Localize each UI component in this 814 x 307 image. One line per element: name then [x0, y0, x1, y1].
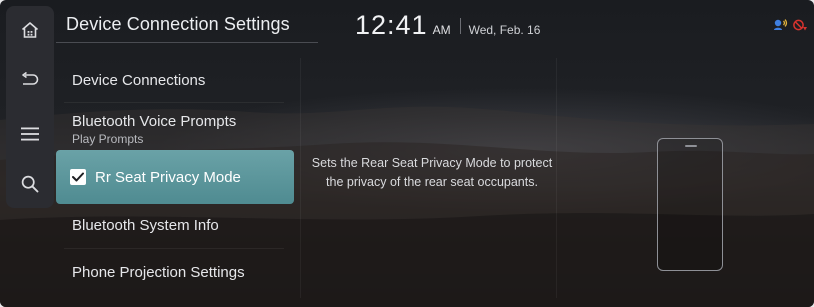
menu-item-sublabel: Play Prompts [72, 132, 144, 146]
setting-description: Sets the Rear Seat Privacy Mode to prote… [311, 156, 553, 189]
side-rail [6, 6, 54, 208]
menu-item-phone-projection-settings[interactable]: Phone Projection Settings [56, 264, 294, 281]
menu-icon [21, 127, 39, 141]
menu-button[interactable] [6, 114, 54, 154]
clock-date: Wed, Feb. 16 [468, 23, 541, 37]
menu-item-rr-seat-privacy-mode[interactable]: Rr Seat Privacy Mode [56, 150, 294, 204]
phone-speaker [685, 145, 697, 147]
clock-separator [459, 17, 461, 34]
status-icons [772, 18, 808, 32]
page-title: Device Connection Settings [66, 14, 290, 34]
checkmark-icon [72, 172, 84, 182]
clock-ampm: AM [432, 23, 451, 37]
menu-item-bluetooth-voice-prompts[interactable]: Bluetooth Voice Prompts Play Prompts [56, 113, 294, 146]
back-button[interactable] [6, 60, 54, 100]
menu-item-bluetooth-system-info[interactable]: Bluetooth System Info [56, 217, 294, 234]
phone-illustration [657, 138, 723, 271]
column-divider [556, 58, 557, 298]
infotainment-screen: Device Connection Settings 12:41 AM Wed,… [0, 0, 814, 307]
menu-item-label: Device Connections [72, 72, 206, 89]
menu-item-label: Phone Projection Settings [72, 264, 245, 281]
home-button[interactable] [6, 10, 54, 50]
clock-time: 12:41 [355, 10, 428, 40]
back-icon [22, 72, 39, 85]
search-icon [21, 175, 39, 193]
search-button[interactable] [6, 164, 54, 204]
mic-muted-icon [793, 19, 807, 31]
clock: 12:41 AM Wed, Feb. 16 [355, 10, 540, 41]
privacy-mode-checkbox[interactable] [70, 169, 86, 185]
menu-item-label: Bluetooth Voice Prompts [72, 113, 237, 130]
menu-item-device-connections[interactable]: Device Connections [56, 72, 294, 89]
column-divider [300, 58, 301, 298]
menu-divider [64, 102, 284, 103]
menu-item-label: Rr Seat Privacy Mode [95, 168, 241, 186]
title-divider [56, 42, 318, 43]
home-icon [21, 22, 39, 38]
menu-divider [64, 248, 284, 249]
bluetooth-voice-icon [774, 19, 788, 30]
menu-item-label: Bluetooth System Info [72, 217, 219, 234]
